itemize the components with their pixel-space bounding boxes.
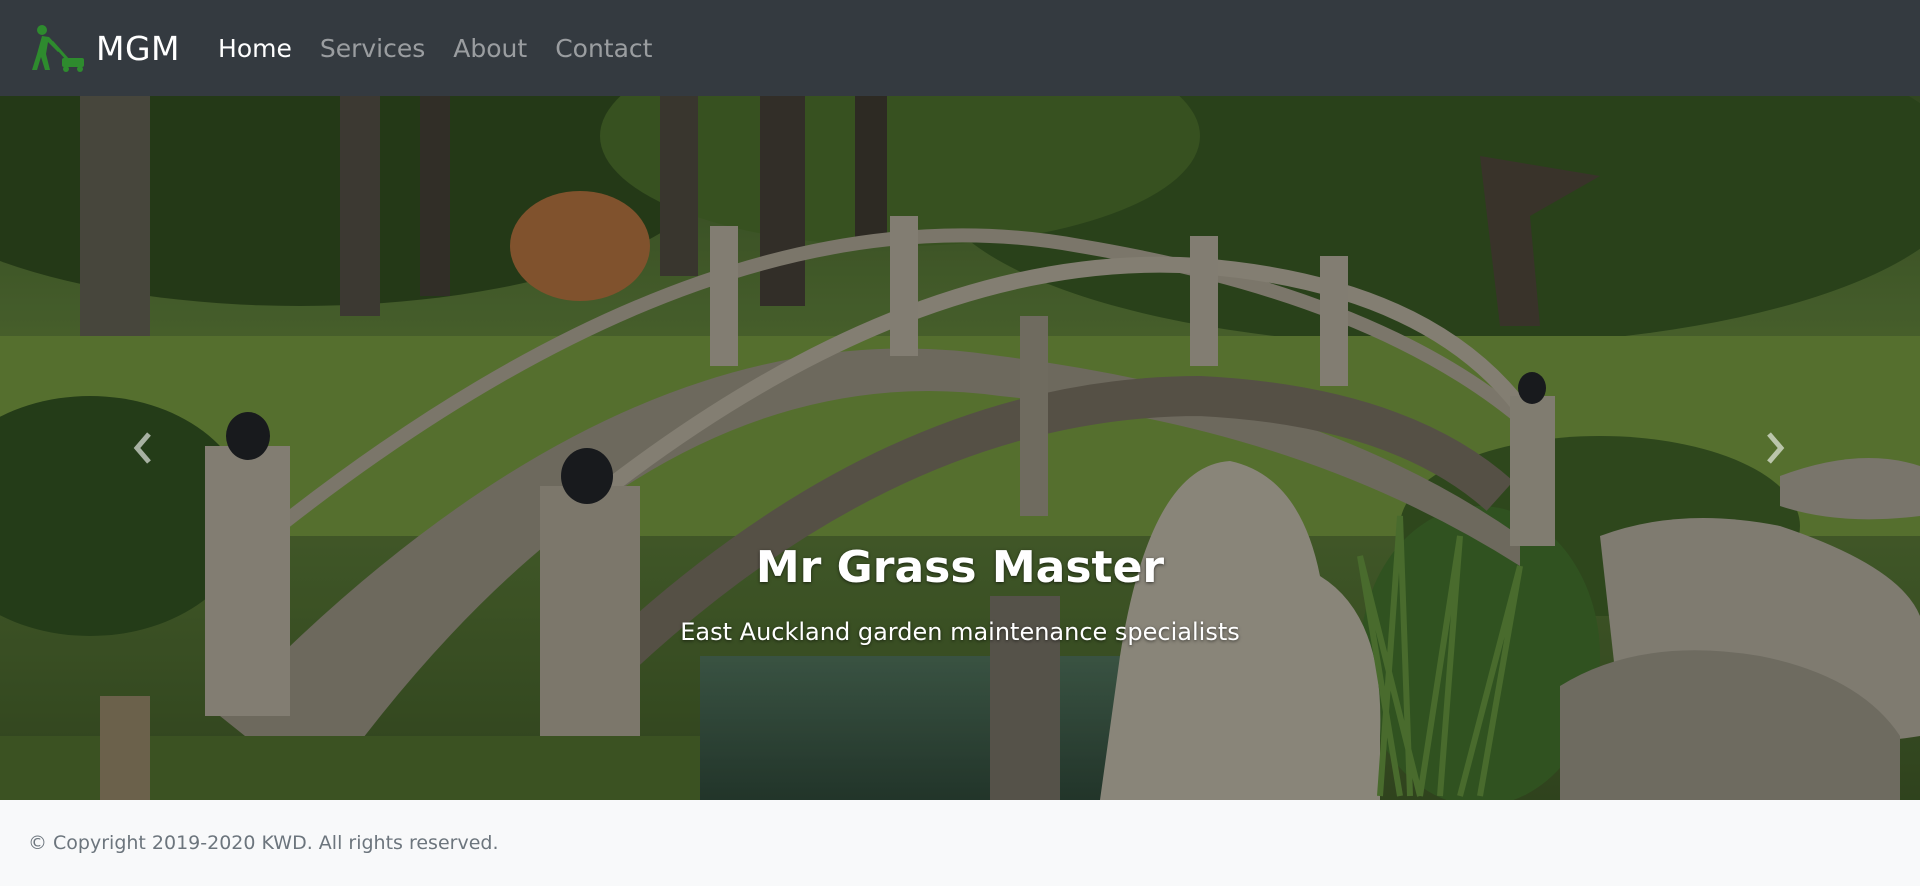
footer: © Copyright 2019-2020 KWD. All rights re… <box>0 800 1920 886</box>
carousel-prev-button[interactable] <box>114 418 174 478</box>
navbar: MGM Home Services About Contact <box>0 0 1920 96</box>
brand-link[interactable]: MGM <box>28 24 180 72</box>
lawn-mower-icon <box>32 25 84 72</box>
chevron-left-icon <box>133 432 151 464</box>
chevron-right-icon <box>1767 432 1785 464</box>
copyright-text: © Copyright 2019-2020 KWD. All rights re… <box>28 832 499 854</box>
brand-text: MGM <box>96 28 181 68</box>
nav-home[interactable]: Home <box>218 34 292 63</box>
carousel-next-button[interactable] <box>1744 418 1804 478</box>
image-overlay <box>0 96 1920 800</box>
nav-contact[interactable]: Contact <box>555 34 652 63</box>
hero-subtitle: East Auckland garden maintenance special… <box>680 618 1240 646</box>
nav-about[interactable]: About <box>453 34 527 63</box>
nav-services[interactable]: Services <box>320 34 425 63</box>
nav-links: Home Services About Contact <box>204 34 666 63</box>
hero-carousel: Mr Grass Master East Auckland garden mai… <box>0 96 1920 800</box>
hero-title: Mr Grass Master <box>755 542 1165 593</box>
